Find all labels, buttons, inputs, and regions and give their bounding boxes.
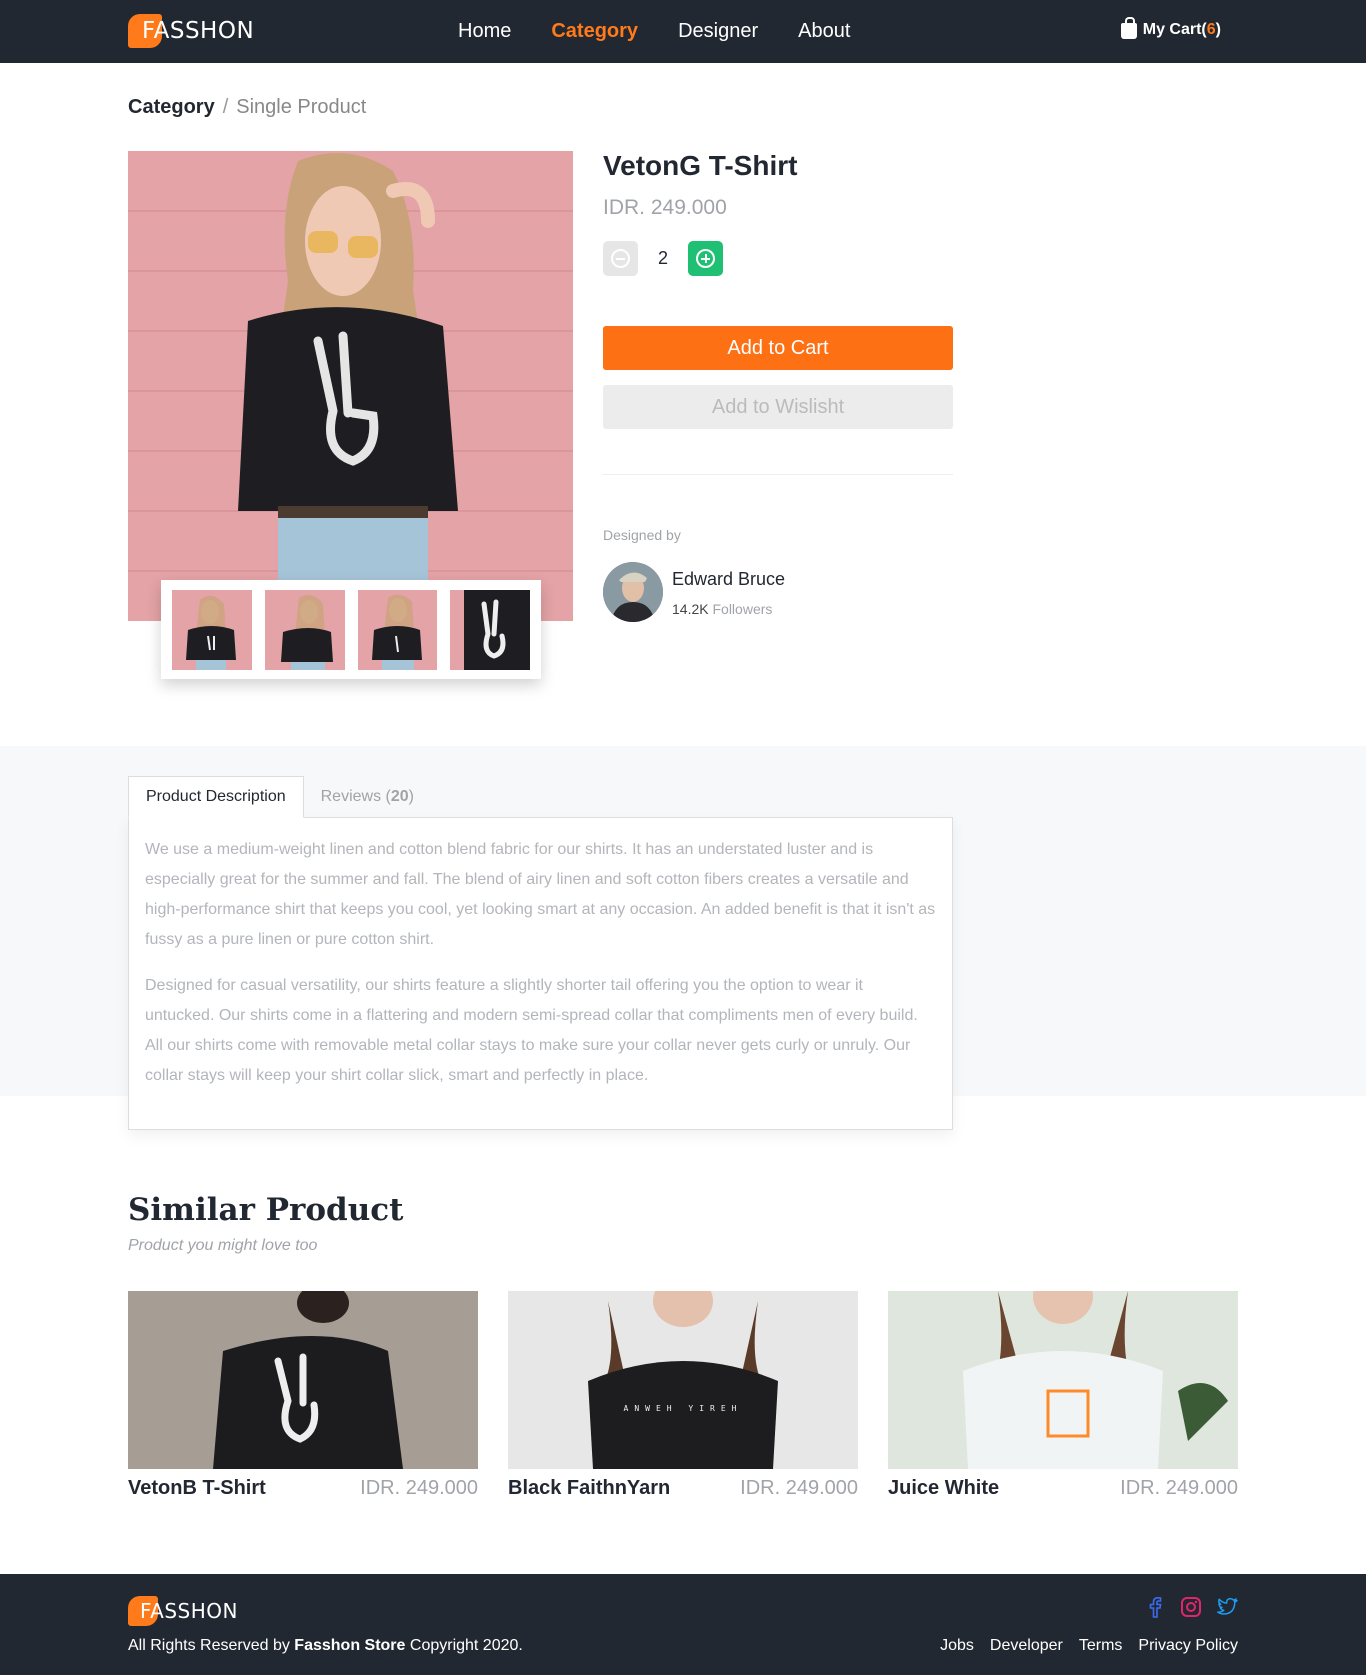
tab-reviews[interactable]: Reviews (20) [304,776,431,818]
product-card-name[interactable]: Black FaithnYarn [508,1477,670,1500]
footer-brand: FASSHON [140,1599,238,1623]
quantity-stepper: 2 [603,241,723,276]
product-card-image[interactable] [888,1291,1238,1469]
cart-label: My Cart( [1142,20,1207,38]
product-card-price: IDR. 249.000 [1120,1477,1238,1499]
thumbnail-1[interactable] [172,590,252,670]
breadcrumb-page: Single Product [236,96,367,118]
increase-quantity-button[interactable] [688,241,723,276]
product-card[interactable]: VetonB T-Shirt IDR. 249.000 [128,1291,478,1500]
social-links [1144,1596,1238,1618]
similar-title: Similar Product [128,1192,404,1228]
twitter-icon[interactable] [1216,1596,1238,1618]
designer-avatar[interactable] [603,562,663,622]
product-card-name[interactable]: Juice White [888,1477,999,1500]
nav-links: Home Category Designer About [458,0,850,63]
reviews-label: Reviews ( [320,788,391,805]
cart-close: ) [1215,20,1221,38]
brand-name: FASSHON [142,18,255,44]
cart-count: 6 [1206,20,1216,38]
quantity-value: 2 [658,248,669,268]
instagram-icon[interactable] [1180,1596,1202,1618]
brand-logo[interactable]: FASSHON [128,14,254,48]
reviews-close: ) [408,788,414,805]
cart-link[interactable]: My Cart(6) [1120,17,1221,39]
product-tabs: Product Description Reviews (20) [128,776,431,818]
footer-link-privacy[interactable]: Privacy Policy [1138,1637,1238,1655]
nav-about[interactable]: About [798,20,850,43]
breadcrumb: Category / Single Product [128,96,366,119]
copyright-suffix: Copyright 2020. [405,1637,523,1654]
followers-count: 14.2K [672,601,709,617]
product-card-name[interactable]: VetonB T-Shirt [128,1477,266,1500]
thumbnail-2[interactable] [264,590,345,670]
tab-product-description[interactable]: Product Description [128,776,304,818]
footer-link-jobs[interactable]: Jobs [940,1637,974,1655]
thumbnail-4[interactable] [450,590,530,670]
designer-name[interactable]: Edward Bruce [672,569,785,590]
footer-link-developer[interactable]: Developer [990,1637,1063,1655]
copyright: All Rights Reserved by Fasshon Store Cop… [128,1637,523,1655]
minus-circle-icon [611,249,630,268]
plus-circle-icon [696,249,715,268]
designer-followers: 14.2K Followers [672,601,772,617]
product-card[interactable]: Juice White IDR. 249.000 [888,1291,1238,1500]
product-card-price: IDR. 249.000 [740,1477,858,1499]
designed-by-label: Designed by [603,527,681,543]
description-paragraph-1: We use a medium-weight linen and cotton … [145,841,936,948]
store-name: Fasshon Store [294,1637,406,1654]
top-navbar: FASSHON Home Category Designer About My … [0,0,1366,63]
breadcrumb-separator: / [222,96,229,118]
footer-link-terms[interactable]: Terms [1079,1637,1123,1655]
product-thumbnails [161,580,541,679]
description-paragraph-2: Designed for casual versatility, our shi… [145,977,918,1084]
add-to-wishlist-button[interactable]: Add to Wislisht [603,385,953,429]
product-main-image [128,151,573,621]
facebook-icon[interactable] [1144,1596,1166,1618]
thumbnail-3[interactable] [357,590,438,670]
reviews-count: 20 [390,788,409,805]
similar-subtitle: Product you might love too [128,1237,318,1254]
add-to-cart-button[interactable]: Add to Cart [603,326,953,370]
product-card-price: IDR. 249.000 [360,1477,478,1499]
copyright-prefix: All Rights Reserved by [128,1637,295,1654]
svg-text:ANWEH YIREH: ANWEH YIREH [624,1404,743,1413]
nav-home[interactable]: Home [458,20,511,43]
product-price: IDR. 249.000 [603,196,727,219]
decrease-quantity-button[interactable] [603,241,638,276]
footer-links: Jobs Developer Terms Privacy Policy [940,1637,1238,1655]
divider [603,474,953,475]
description-panel: We use a medium-weight linen and cotton … [128,817,953,1130]
footer: FASSHON All Rights Reserved by Fasshon S… [0,1574,1366,1675]
product-card[interactable]: ANWEH YIREH Black FaithnYarn IDR. 249.00… [508,1291,858,1500]
nav-designer[interactable]: Designer [678,20,758,43]
product-card-image[interactable]: ANWEH YIREH [508,1291,858,1469]
shopping-bag-icon [1120,17,1137,39]
footer-logo[interactable]: FASSHON [128,1596,238,1626]
followers-label: Followers [712,601,773,617]
nav-category[interactable]: Category [551,20,638,43]
product-title: VetonG T-Shirt [603,150,798,181]
product-card-image[interactable] [128,1291,478,1469]
breadcrumb-category[interactable]: Category [128,96,215,119]
